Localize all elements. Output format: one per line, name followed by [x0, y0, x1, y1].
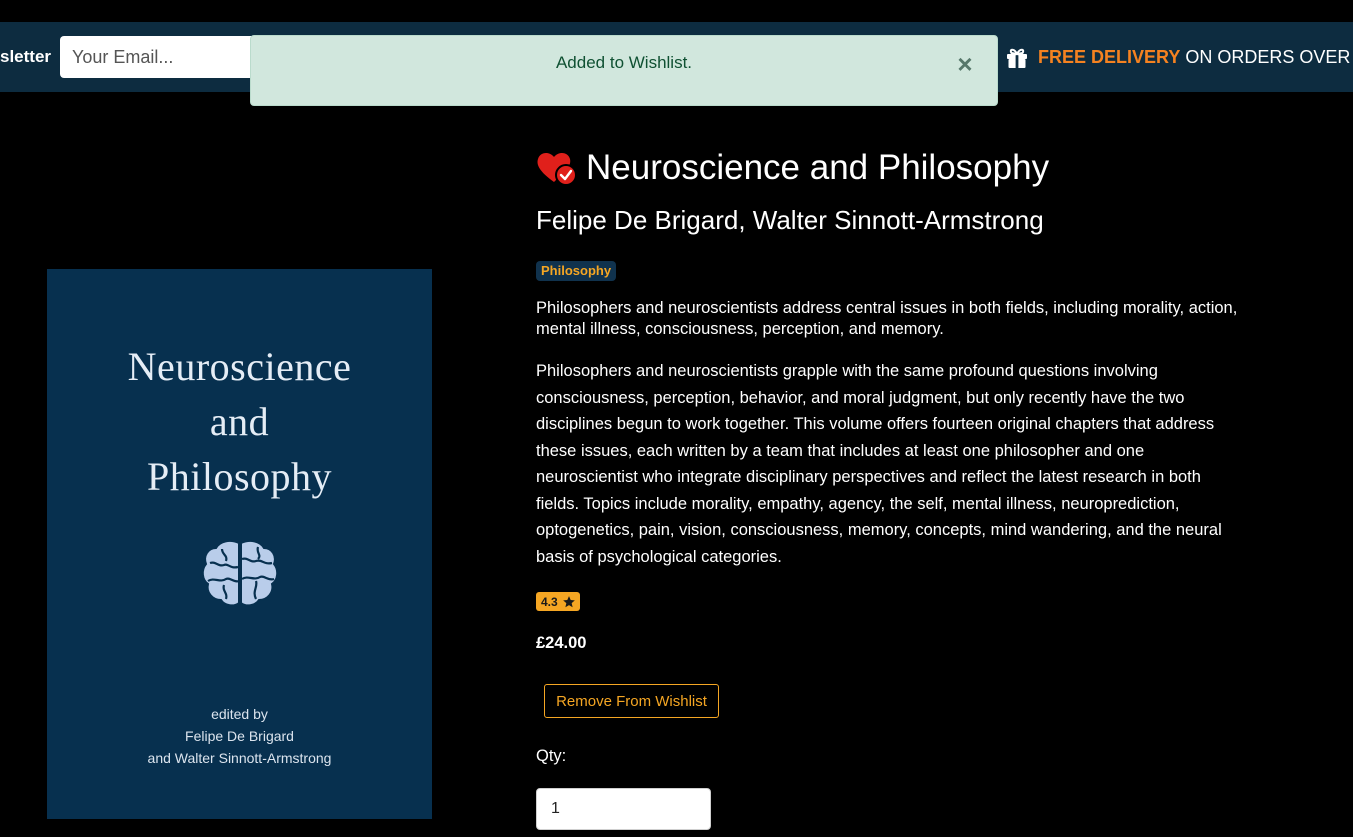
cover-credit-line: Felipe De Brigard — [185, 728, 294, 744]
book-cover-image: Neuroscience and Philosophy edited by Fe… — [47, 269, 432, 819]
cover-title-line: Neuroscience — [127, 344, 352, 389]
wishlist-toast: Added to Wishlist. × — [250, 35, 998, 106]
delivery-highlight: FREE DELIVERY — [1038, 46, 1181, 67]
star-icon — [562, 595, 575, 607]
rating-badge: 4.3 — [536, 592, 580, 611]
top-strip — [0, 0, 1353, 22]
newsletter-email-input[interactable] — [60, 36, 260, 78]
heart-check-icon[interactable] — [536, 150, 578, 186]
product-title-row: Neuroscience and Philosophy — [536, 146, 1049, 190]
cover-title: Neuroscience and Philosophy — [47, 339, 432, 504]
product-summary: Philosophers and neuroscientists address… — [536, 299, 1238, 338]
cover-title-line: Philosophy — [146, 454, 333, 499]
product-description: Philosophers and neuroscientists grapple… — [536, 362, 1222, 566]
rating-value: 4.3 — [541, 594, 558, 609]
cover-credit-line: and Walter Sinnott-Armstrong — [147, 750, 332, 766]
close-icon[interactable]: × — [953, 50, 977, 78]
product-authors: Felipe De Brigard, Walter Sinnott-Armstr… — [536, 205, 1044, 235]
qty-label: Qty: — [536, 747, 567, 765]
toast-message: Added to Wishlist. — [555, 53, 693, 72]
cover-credit-line: edited by — [211, 706, 268, 722]
category-badge[interactable]: Philosophy — [536, 261, 617, 281]
gift-icon — [1007, 48, 1027, 68]
delivery-text: ON ORDERS OVER £ — [1185, 46, 1353, 67]
cover-title-line: and — [209, 399, 270, 444]
cover-credits: edited by Felipe De Brigard and Walter S… — [47, 703, 432, 769]
delivery-banner: FREE DELIVERY ON ORDERS OVER £ — [1005, 44, 1353, 70]
remove-from-wishlist-button[interactable]: Remove From Wishlist — [544, 684, 719, 718]
brain-puzzle-icon — [201, 539, 279, 607]
product-price: £24.00 — [536, 634, 587, 652]
product-title: Neuroscience and Philosophy — [586, 148, 1050, 187]
newsletter-label: sletter — [0, 47, 52, 66]
quantity-input[interactable] — [536, 788, 711, 830]
